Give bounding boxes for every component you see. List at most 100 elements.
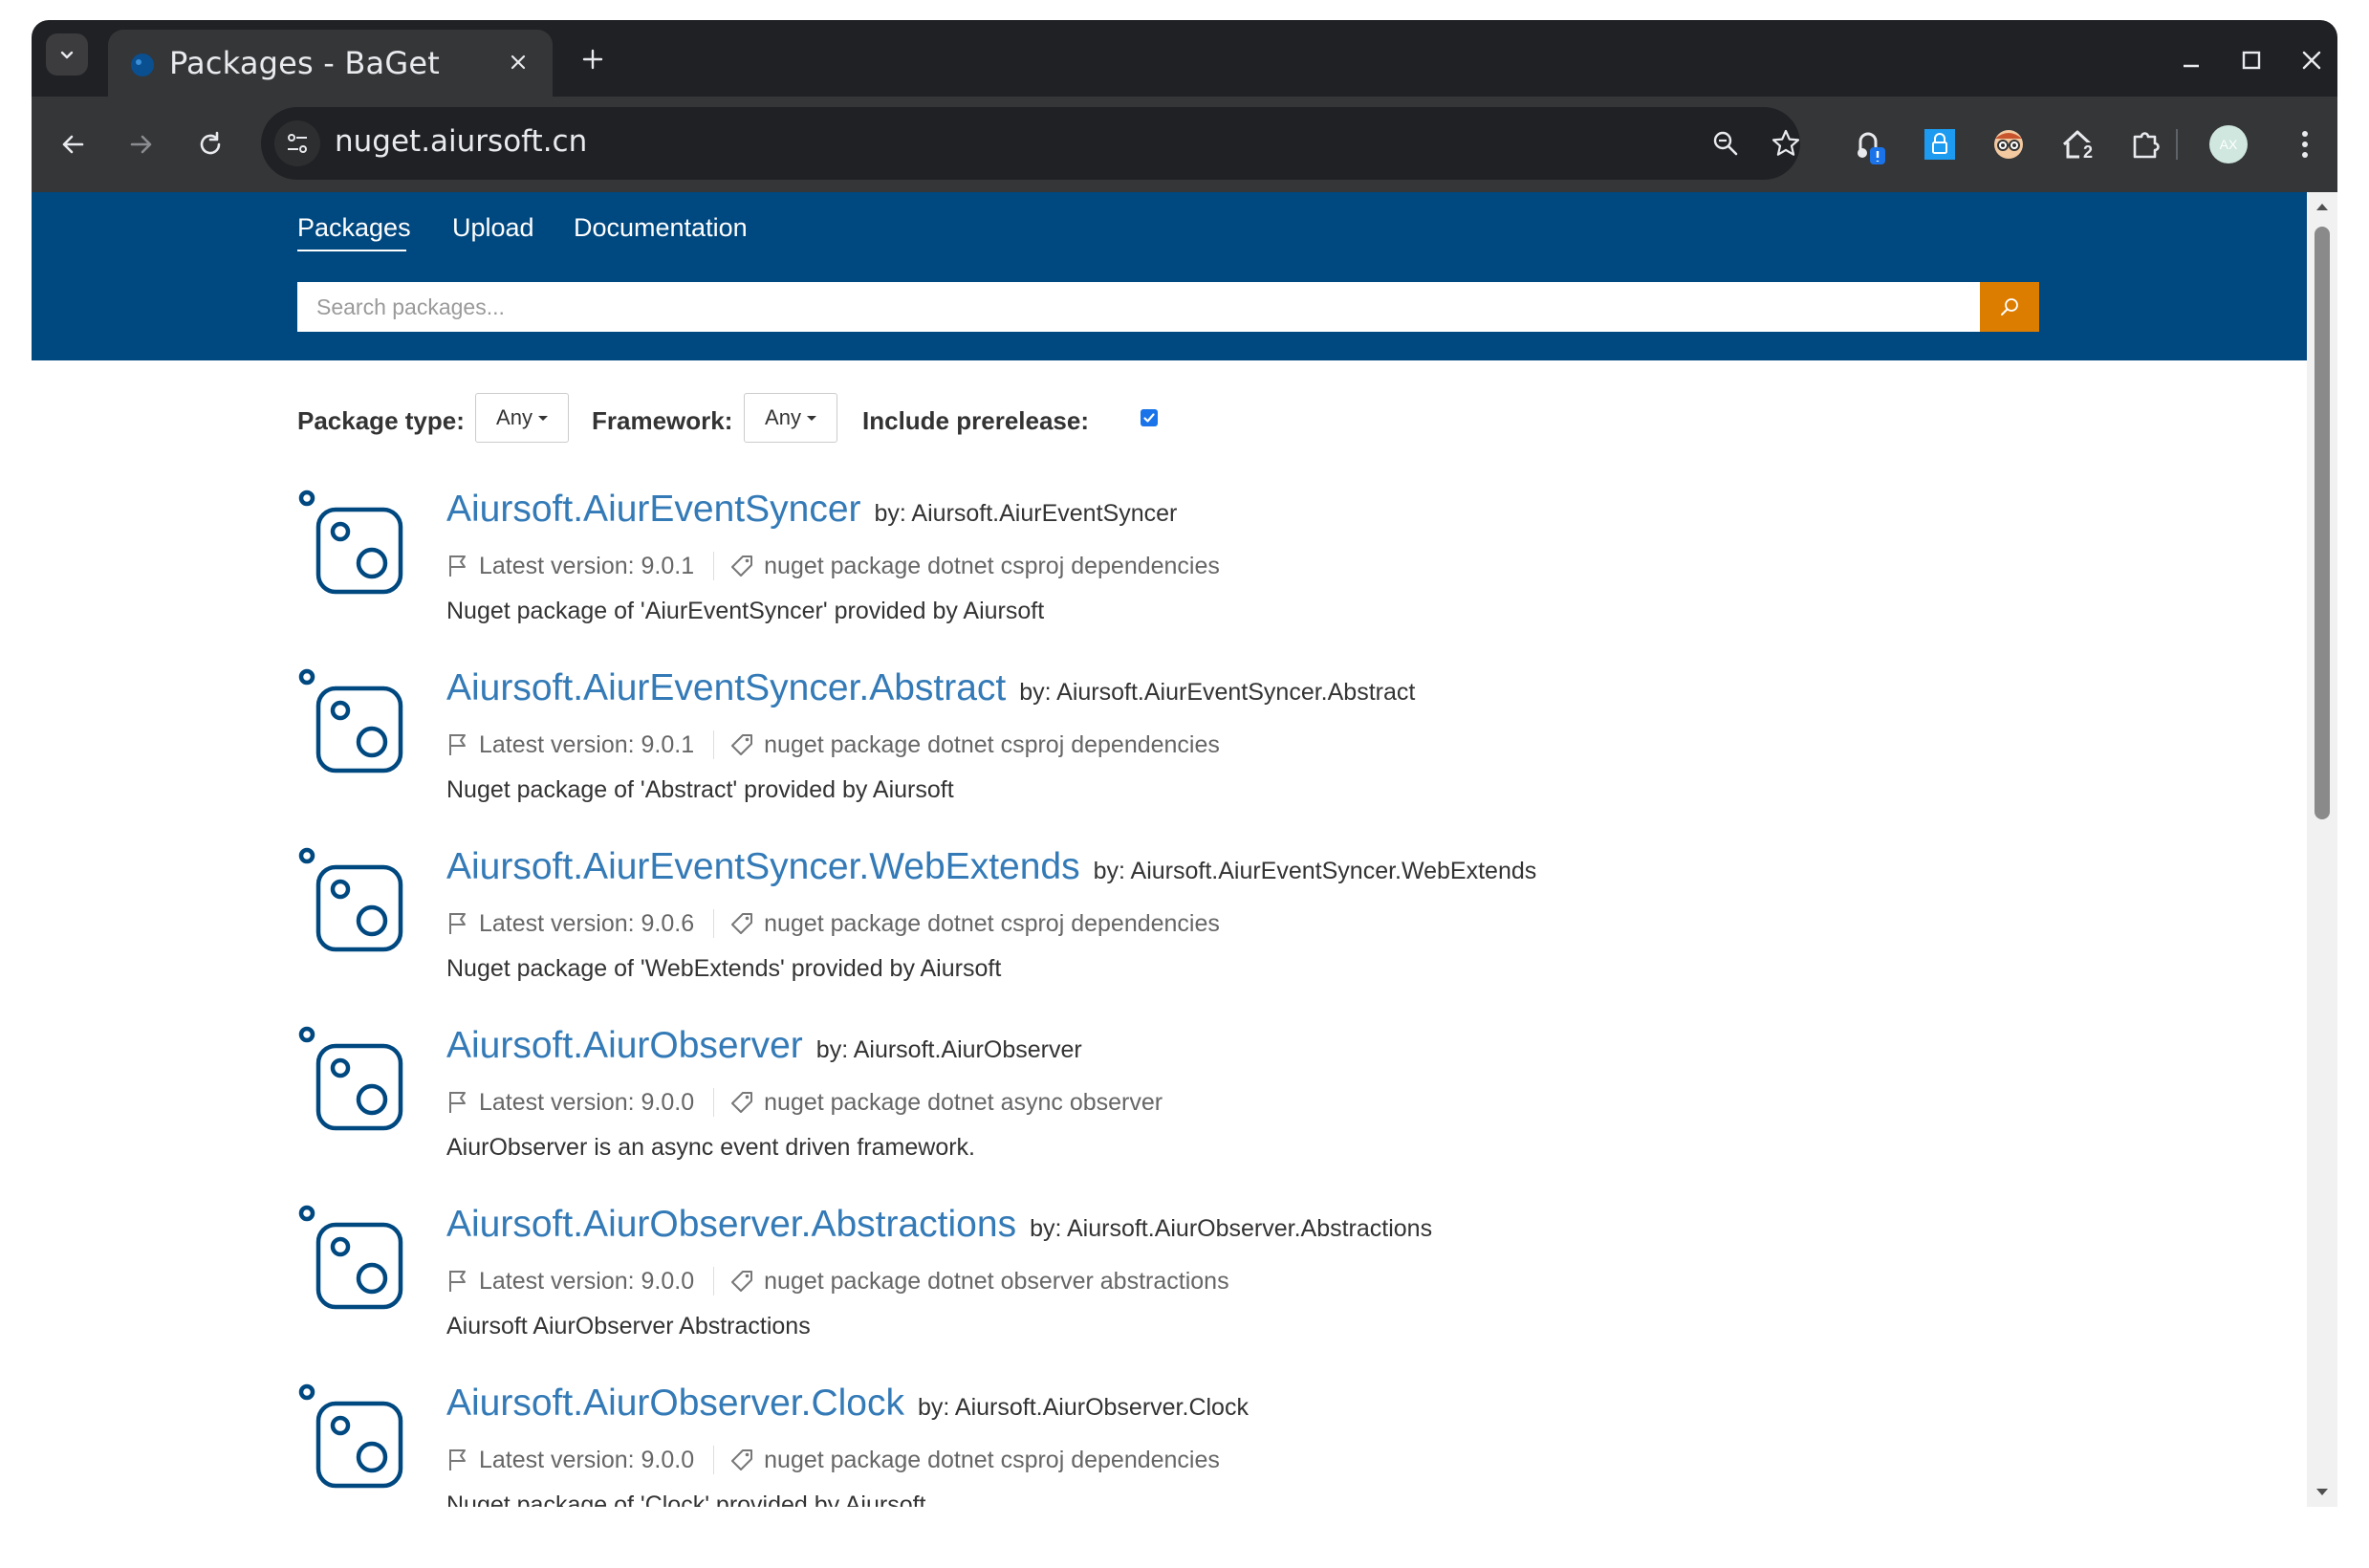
- puzzle-icon: [2133, 132, 2160, 159]
- forward-button[interactable]: [120, 123, 163, 165]
- nav-packages-link[interactable]: Packages: [297, 213, 411, 243]
- browser-menu-button[interactable]: [2282, 121, 2328, 167]
- lock-icon: [1924, 129, 1955, 160]
- extension-spy-button[interactable]: [1986, 121, 2032, 167]
- package-title-link[interactable]: Aiursoft.AiurObserver: [446, 1025, 803, 1066]
- address-bar[interactable]: nuget.aiursoft.cn: [261, 107, 1800, 180]
- package-description: Aiursoft AiurObserver Abstractions: [446, 1313, 811, 1339]
- meta-divider: [713, 1088, 715, 1117]
- package-author: by: Aiursoft.AiurObserver.Abstractions: [1030, 1215, 1433, 1242]
- minimize-icon: [2184, 64, 2199, 68]
- flag-icon: [449, 1092, 466, 1113]
- window-close-button[interactable]: [2293, 41, 2331, 79]
- package-tags: nuget package dotnet async observer: [764, 1088, 1163, 1116]
- package-icon: [298, 1026, 403, 1131]
- package-author: by: Aiursoft.AiurEventSyncer.Abstract: [1019, 679, 1416, 706]
- nav-upload-link[interactable]: Upload: [452, 213, 534, 243]
- caret-down-icon: [806, 415, 816, 421]
- flag-icon: [449, 555, 466, 577]
- package-author: by: Aiursoft.AiurEventSyncer.WebExtends: [1093, 858, 1537, 884]
- package-tags: nuget package dotnet csproj dependencies: [764, 730, 1220, 758]
- package-title-link[interactable]: Aiursoft.AiurEventSyncer: [446, 489, 861, 530]
- package-type-value: Any: [496, 405, 532, 429]
- zoom-out-icon: [1713, 131, 1738, 156]
- package-version: Latest version: 9.0.6: [479, 909, 695, 937]
- flag-icon: [449, 1271, 466, 1292]
- package-description: Nuget package of 'Abstract' provided by …: [446, 776, 954, 803]
- vertical-scrollbar[interactable]: [2307, 192, 2337, 1507]
- profile-avatar[interactable]: AX: [2209, 125, 2248, 163]
- zoom-button[interactable]: [1706, 124, 1745, 163]
- include-prerelease-checkbox[interactable]: [1141, 409, 1158, 426]
- package-item: Aiursoft.AiurObserver.Abstractions by: Ai…: [297, 1204, 2114, 1357]
- package-icon: [298, 668, 403, 773]
- package-item: Aiursoft.AiurEventSyncer.WebExtends by: A…: [297, 846, 2114, 999]
- tab-title: Packages - BaGet: [169, 45, 440, 81]
- site-info-button[interactable]: [274, 120, 320, 166]
- spy-face-icon: [1994, 130, 2023, 159]
- package-type-label: Package type:: [297, 406, 465, 435]
- package-title-link[interactable]: Aiursoft.AiurObserver.Abstractions: [446, 1204, 1016, 1245]
- framework-label: Framework:: [592, 406, 733, 435]
- scroll-up-arrow-icon: [2316, 204, 2328, 210]
- star-icon: [1771, 129, 1800, 156]
- package-icon: [298, 1205, 403, 1310]
- package-tags: nuget package dotnet csproj dependencies: [764, 909, 1220, 937]
- maximize-icon: [2242, 51, 2261, 70]
- package-title-link[interactable]: Aiursoft.AiurObserver.Clock: [446, 1383, 904, 1424]
- package-author: by: Aiursoft.AiurObserver.Clock: [918, 1394, 1249, 1421]
- package-author: by: Aiursoft.AiurEventSyncer: [874, 500, 1178, 527]
- extension-key-button[interactable]: [1848, 121, 1894, 167]
- tag-icon: [731, 913, 753, 934]
- extensions-button[interactable]: [2123, 121, 2169, 167]
- tag-icon: [731, 1271, 753, 1292]
- meta-divider: [713, 730, 715, 759]
- url-text: nuget.aiursoft.cn: [335, 124, 588, 159]
- package-title-link[interactable]: Aiursoft.AiurEventSyncer.WebExtends: [446, 846, 1080, 887]
- browser-toolbar: nuget.aiursoft.cn 2 AX: [32, 97, 2337, 192]
- meta-divider: [713, 1446, 715, 1474]
- extension-lock-button[interactable]: [1917, 121, 1963, 167]
- package-version: Latest version: 9.0.0: [479, 1267, 695, 1295]
- back-button[interactable]: [52, 123, 94, 165]
- maximize-button[interactable]: [2232, 41, 2271, 79]
- tag-icon: [731, 1449, 753, 1470]
- tag-icon: [731, 1092, 753, 1113]
- reload-button[interactable]: [189, 123, 231, 165]
- scrollbar-thumb[interactable]: [2315, 227, 2330, 819]
- active-tab[interactable]: Packages - BaGet: [108, 30, 553, 97]
- close-icon: [2302, 51, 2321, 70]
- search-input[interactable]: [297, 282, 1980, 332]
- search-button[interactable]: [1980, 282, 2039, 332]
- meta-divider: [713, 909, 715, 938]
- package-icon: [298, 847, 403, 952]
- flag-icon: [449, 734, 466, 755]
- flag-icon: [449, 913, 466, 934]
- nav-documentation-link[interactable]: Documentation: [574, 213, 748, 243]
- reload-icon: [200, 131, 221, 155]
- package-icon: [298, 1383, 403, 1489]
- framework-select[interactable]: Any: [744, 393, 837, 443]
- toolbar-divider: [2176, 129, 2178, 160]
- search-icon: [2001, 298, 2018, 316]
- package-title-link[interactable]: Aiursoft.AiurEventSyncer.Abstract: [446, 667, 1006, 708]
- bookmark-button[interactable]: [1767, 124, 1805, 163]
- package-tags: nuget package dotnet observer abstractio…: [764, 1267, 1229, 1295]
- package-type-select[interactable]: Any: [475, 393, 569, 443]
- package-item: Aiursoft.AiurEventSyncer by: Aiursoft.Aiu…: [297, 489, 2114, 642]
- more-vertical-icon: [2302, 131, 2308, 158]
- nav-active-indicator: [297, 250, 406, 251]
- package-version: Latest version: 9.0.1: [479, 730, 695, 758]
- site-header: Packages Upload Documentation: [32, 192, 2307, 360]
- tab-search-button[interactable]: [46, 33, 88, 76]
- minimize-button[interactable]: [2172, 41, 2210, 79]
- package-tags: nuget package dotnet csproj dependencies: [764, 1446, 1220, 1473]
- flag-icon: [449, 1449, 466, 1470]
- package-version: Latest version: 9.0.1: [479, 552, 695, 579]
- extension-home-button[interactable]: 2: [2054, 121, 2100, 167]
- tab-close-button[interactable]: [503, 47, 533, 77]
- caret-down-icon: [537, 415, 548, 421]
- package-item: Aiursoft.AiurObserver.Clock by: Aiursoft.…: [297, 1383, 2114, 1507]
- plus-icon: [582, 49, 603, 70]
- new-tab-button[interactable]: [574, 40, 612, 78]
